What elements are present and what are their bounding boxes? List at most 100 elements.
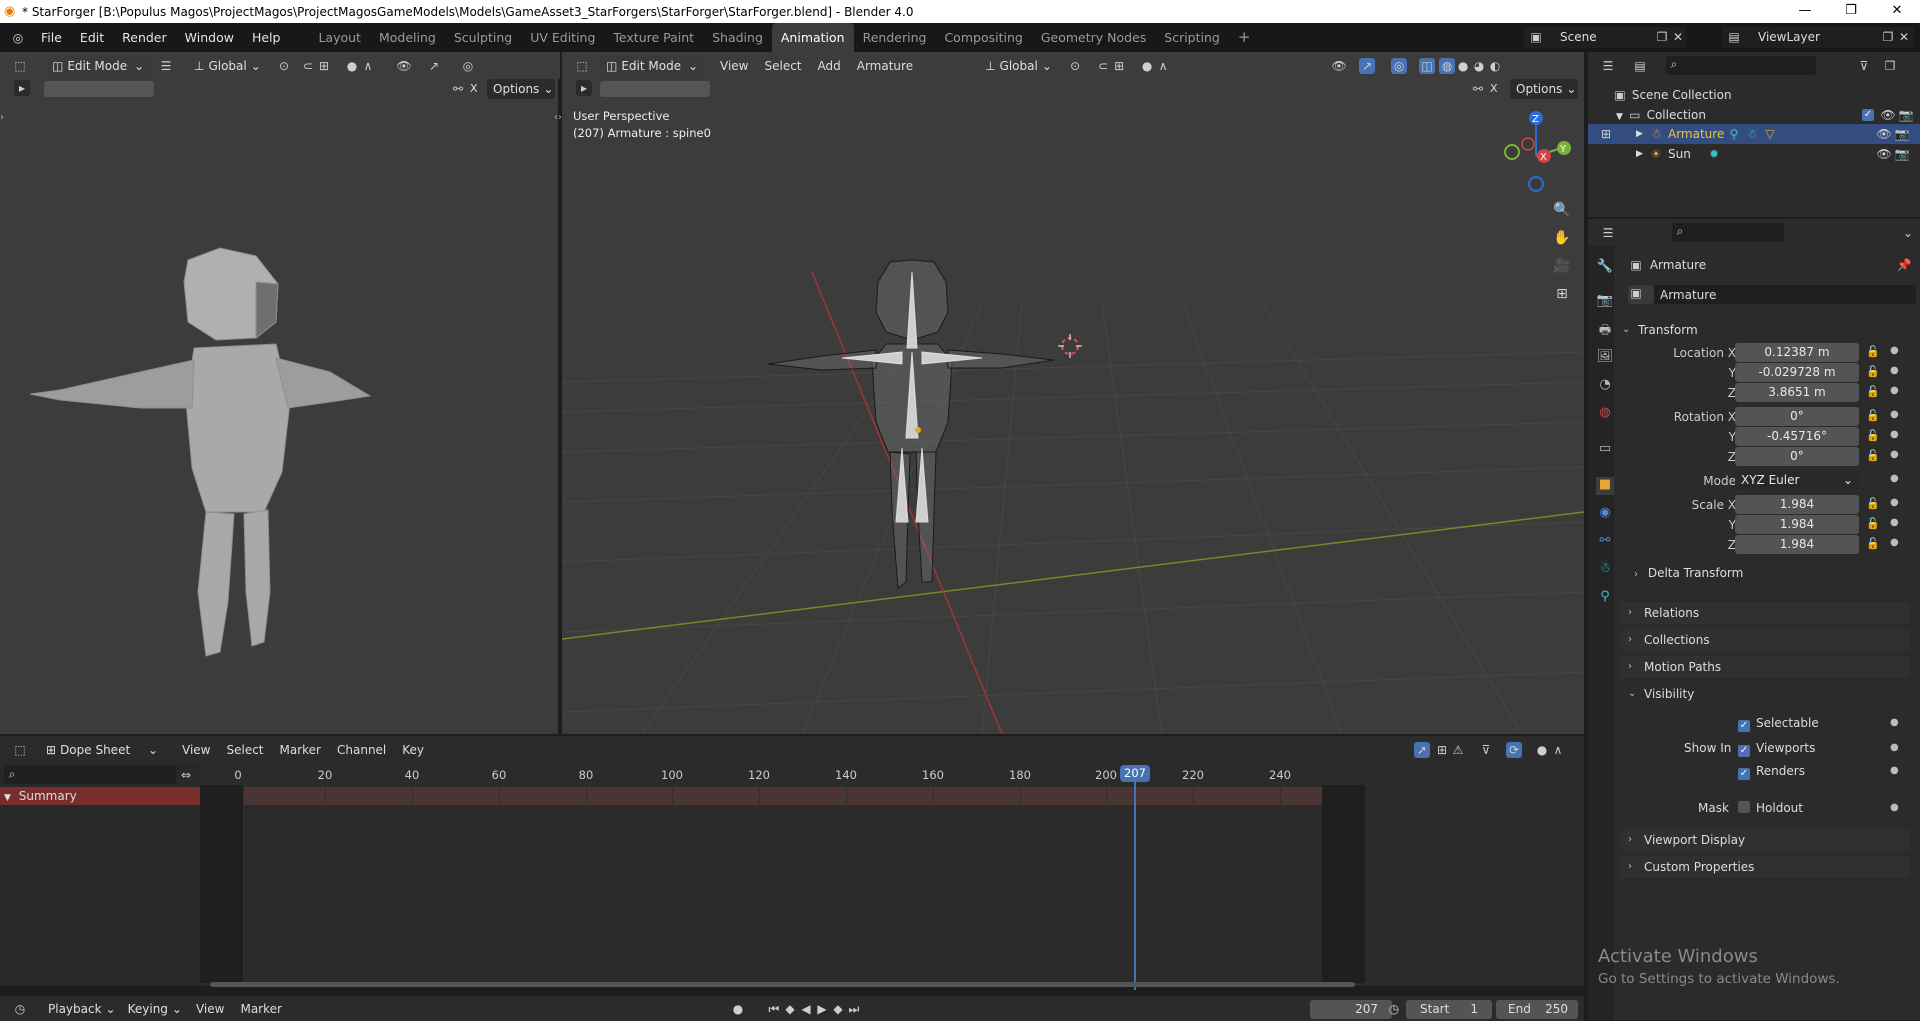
- transform-panel-header[interactable]: ⌄ Transform: [1614, 319, 1920, 341]
- dope-sheet-mode-dropdown[interactable]: ⊞ Dope Sheet ⌄: [40, 740, 164, 760]
- render-camera-icon[interactable]: 📷: [1894, 146, 1910, 162]
- play-icon[interactable]: ▶: [814, 1001, 830, 1017]
- rotation-x-field[interactable]: 0°: [1735, 407, 1859, 426]
- keyframe-dot-icon[interactable]: ●: [1890, 497, 1899, 508]
- display-mode-icon[interactable]: ▤: [1632, 58, 1648, 74]
- render-tab-icon[interactable]: 📷: [1596, 293, 1614, 311]
- falloff-icon[interactable]: ∧: [1550, 742, 1566, 758]
- xray-icon[interactable]: ⚯: [450, 81, 466, 97]
- render-camera-icon[interactable]: 📷: [1894, 126, 1910, 142]
- prev-keyframe-icon[interactable]: ◆: [782, 1001, 798, 1017]
- keyframe-dot-icon[interactable]: ●: [1890, 449, 1899, 460]
- timeline-menu-marker[interactable]: Marker: [232, 1002, 289, 1016]
- lock-icon[interactable]: 🔓: [1866, 385, 1880, 398]
- gizmo-icon[interactable]: ↗: [426, 58, 442, 74]
- record-icon[interactable]: ●: [730, 1001, 746, 1017]
- delete-scene-icon[interactable]: ✕: [1670, 29, 1686, 45]
- dope-menu-view[interactable]: View: [174, 743, 218, 757]
- selectable-checkbox[interactable]: ✓ Selectable: [1738, 716, 1819, 732]
- scale-z-field[interactable]: 1.984: [1735, 535, 1859, 554]
- keyframe-dot-icon[interactable]: ●: [1890, 742, 1899, 753]
- clock-icon[interactable]: ◷: [1386, 1001, 1402, 1017]
- tab-animation[interactable]: Animation: [771, 23, 854, 52]
- snap-target-icon[interactable]: ⊞: [316, 58, 332, 74]
- hamburger-icon[interactable]: ☰: [158, 58, 174, 74]
- dope-sheet-scrollbar[interactable]: [210, 982, 1355, 987]
- editor-type-icon[interactable]: ☰: [1600, 225, 1616, 241]
- custom-properties-panel-header[interactable]: › Custom Properties: [1620, 856, 1910, 878]
- outliner-item-armature[interactable]: ⊞ ▶ ☃ Armature ⚲ ☃ ▽ 👁 📷: [1588, 124, 1920, 144]
- location-z-field[interactable]: 3.8651 m: [1735, 383, 1859, 402]
- keyframe-dot-icon[interactable]: ●: [1890, 409, 1899, 420]
- keyframe-dot-icon[interactable]: ●: [1890, 345, 1899, 356]
- current-frame-field[interactable]: 207: [1310, 1000, 1392, 1019]
- swap-icon[interactable]: ⇔: [178, 767, 194, 783]
- tab-modeling[interactable]: Modeling: [370, 23, 445, 52]
- left-options-button[interactable]: Options ⌄: [487, 79, 555, 99]
- keying-menu[interactable]: Keying ⌄: [122, 999, 188, 1019]
- select-mode-buttons[interactable]: [44, 81, 154, 97]
- main-viewport[interactable]: ⬚ ◫ Edit Mode ⌄ View Select Add Armature ⊥…: [554, 52, 1584, 734]
- editor-type-icon[interactable]: ◷: [12, 1001, 28, 1017]
- zoom-icon[interactable]: 🔍: [1550, 198, 1574, 222]
- camera-icon[interactable]: 🎥: [1550, 254, 1574, 278]
- expand-icon[interactable]: ▶: [1636, 144, 1643, 164]
- object-tab-icon[interactable]: ■: [1596, 477, 1614, 495]
- tab-rendering[interactable]: Rendering: [854, 23, 936, 52]
- new-scene-icon[interactable]: ❐: [1654, 29, 1670, 45]
- rotation-z-field[interactable]: 0°: [1735, 447, 1859, 466]
- select-tool-icon[interactable]: ▸: [14, 80, 30, 96]
- world-tab-icon[interactable]: ◍: [1596, 405, 1614, 423]
- render-camera-icon[interactable]: 📷: [1898, 107, 1914, 123]
- tab-compositing[interactable]: Compositing: [935, 23, 1031, 52]
- dope-menu-marker[interactable]: Marker: [272, 743, 329, 757]
- tab-shading[interactable]: Shading: [703, 23, 772, 52]
- falloff-icon[interactable]: ∧: [360, 58, 376, 74]
- menu-edit[interactable]: Edit: [71, 23, 113, 52]
- scale-y-field[interactable]: 1.984: [1735, 515, 1859, 534]
- delete-viewlayer-icon[interactable]: ✕: [1896, 29, 1912, 45]
- timeline-menu-view[interactable]: View: [188, 1002, 232, 1016]
- channel-search-input[interactable]: ⌕: [4, 766, 176, 784]
- main-panel-toggle-icon[interactable]: ‹›: [554, 112, 562, 123]
- tab-geometry-nodes[interactable]: Geometry Nodes: [1032, 23, 1155, 52]
- close-icon[interactable]: ✕: [1874, 0, 1920, 23]
- viewlayer-selector[interactable]: ▤ ViewLayer ❐ ✕: [1722, 27, 1914, 48]
- editor-type-icon[interactable]: ⬚: [12, 742, 28, 758]
- editor-type-icon[interactable]: ⬚: [12, 58, 28, 74]
- only-errors-icon[interactable]: ⚠: [1450, 742, 1466, 758]
- lock-icon[interactable]: 🔓: [1866, 517, 1880, 530]
- lock-icon[interactable]: 🔓: [1866, 365, 1880, 378]
- tool-tab-icon[interactable]: 🔧: [1596, 259, 1614, 277]
- child-toggle-icon[interactable]: ⊞: [1598, 126, 1614, 142]
- auto-snap-icon[interactable]: ⟳: [1506, 741, 1523, 758]
- tab-scripting[interactable]: Scripting: [1155, 23, 1229, 52]
- keyframe-dot-icon[interactable]: ●: [1890, 517, 1899, 528]
- menu-window[interactable]: Window: [176, 23, 243, 52]
- scene-tab-icon[interactable]: ◔: [1596, 377, 1614, 395]
- viewport-display-panel-header[interactable]: › Viewport Display: [1620, 829, 1910, 851]
- pin-icon[interactable]: 📌: [1896, 257, 1912, 273]
- relations-panel-header[interactable]: › Relations: [1620, 602, 1910, 624]
- blender-menu-icon[interactable]: ◎: [10, 30, 26, 46]
- armature-data-tab-icon[interactable]: ☃: [1596, 561, 1614, 579]
- filter-icon[interactable]: ⊽: [1856, 58, 1872, 74]
- object-name-field[interactable]: ▣ Armature: [1628, 285, 1916, 304]
- lock-icon[interactable]: 🔓: [1866, 409, 1880, 422]
- lock-icon[interactable]: 🔓: [1866, 449, 1880, 462]
- bone-tab-icon[interactable]: ⚲: [1596, 589, 1614, 607]
- outliner-scene-collection[interactable]: ▣ Scene Collection: [1612, 86, 1731, 104]
- lock-icon[interactable]: 🔓: [1866, 345, 1880, 358]
- jump-end-icon[interactable]: ⏭: [846, 1001, 862, 1017]
- only-selected-icon[interactable]: ➚: [1414, 741, 1431, 758]
- keyframe-dot-icon[interactable]: ●: [1890, 429, 1899, 440]
- tab-layout[interactable]: Layout: [309, 23, 370, 52]
- holdout-checkbox[interactable]: Holdout: [1738, 801, 1803, 817]
- delta-transform-header[interactable]: › Delta Transform: [1634, 563, 1743, 583]
- add-workspace-icon[interactable]: +: [1229, 23, 1260, 52]
- playhead-frame-label[interactable]: 207: [1120, 765, 1150, 782]
- scene-selector[interactable]: ▣ Scene ❐ ✕: [1524, 27, 1686, 48]
- collections-panel-header[interactable]: › Collections: [1620, 629, 1910, 651]
- lock-icon[interactable]: 🔓: [1866, 429, 1880, 442]
- exclude-checkbox[interactable]: ✓: [1862, 109, 1874, 121]
